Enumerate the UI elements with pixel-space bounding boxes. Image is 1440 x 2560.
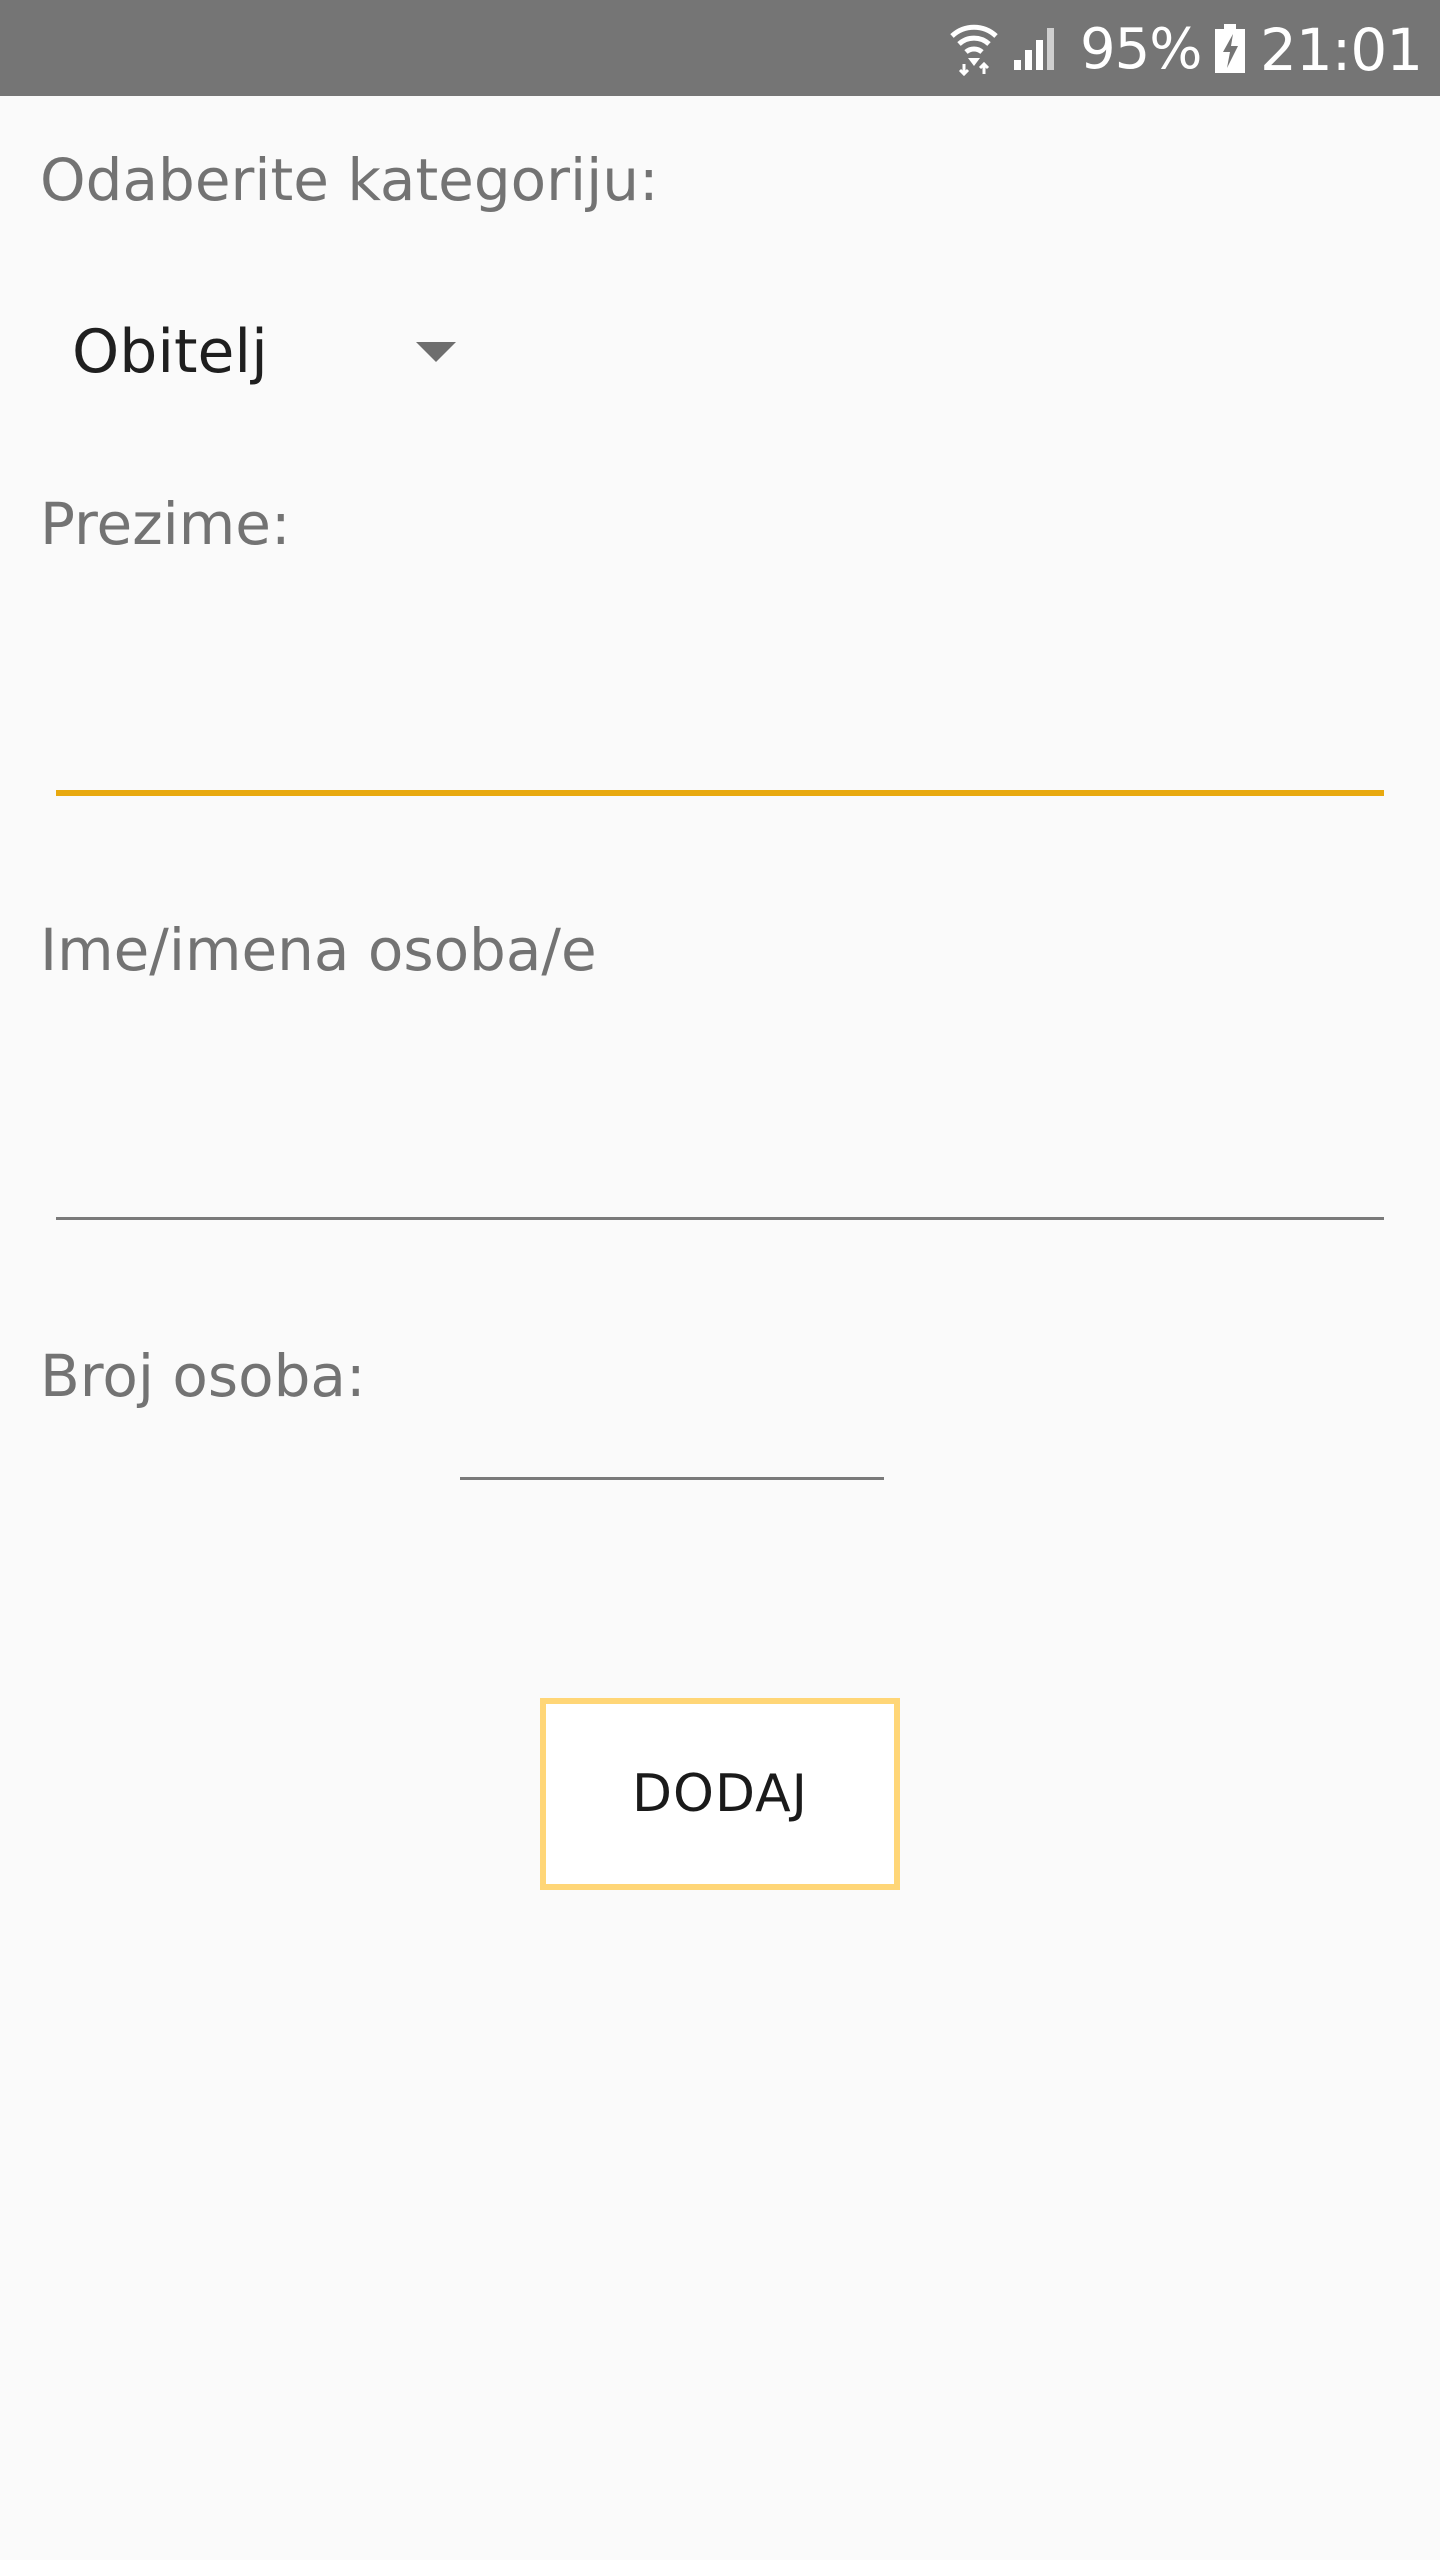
names-label: Ime/imena osoba/e <box>40 916 597 984</box>
dropdown-arrow-icon <box>416 342 456 362</box>
count-label: Broj osoba: <box>40 1342 366 1410</box>
signal-icon <box>1014 28 1054 70</box>
category-selected-value: Obitelj <box>72 317 268 387</box>
surname-label: Prezime: <box>40 490 291 558</box>
battery-percent: 95% <box>1080 17 1202 82</box>
battery-charging-icon <box>1215 24 1245 73</box>
add-button[interactable]: DODAJ <box>540 1698 900 1890</box>
wifi-icon <box>950 24 998 76</box>
count-input[interactable] <box>460 1384 884 1480</box>
category-spinner[interactable]: Obitelj <box>40 290 480 410</box>
category-label: Odaberite kategoriju: <box>40 146 659 214</box>
status-bar: 95% 21:01 <box>0 0 1440 96</box>
names-input[interactable] <box>56 1124 1384 1220</box>
surname-input[interactable] <box>56 700 1384 796</box>
clock: 21:01 <box>1260 16 1423 84</box>
